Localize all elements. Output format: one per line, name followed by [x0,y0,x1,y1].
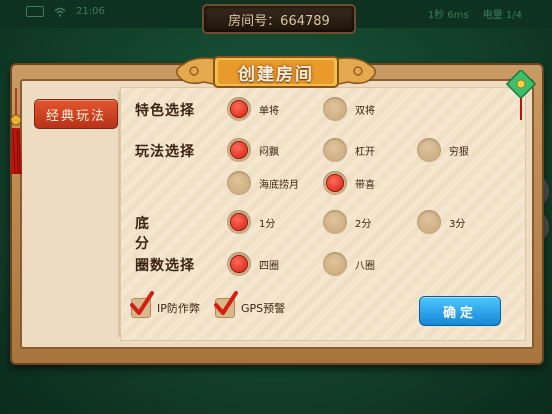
option-four-rounds[interactable]: 四圈 [227,252,279,276]
mode-tab-panel: 经典玩法 [32,91,120,337]
title-plaque: 创建房间 [170,54,382,90]
option-label: 3分 [449,218,466,230]
row-label-feature: 特色选择 [135,103,195,119]
radio-gang-kai[interactable] [323,138,347,162]
room-number-text: 房间号：664789 [228,13,330,29]
radio-score-3[interactable] [417,210,441,234]
battery-icon [26,6,44,17]
option-label: 2分 [355,218,372,230]
option-label: 海底捞月 [259,179,299,191]
option-eight-rounds[interactable]: 八圈 [323,252,375,276]
checkmark-icon [130,291,154,315]
wifi-icon [54,7,66,17]
radio-dai-xi[interactable] [323,171,347,195]
checkbox-ip-label: IP防作弊 [157,302,200,315]
confirm-button[interactable]: 确定 [419,296,501,326]
status-battery: 电量 1/4 [482,10,522,21]
tab-classic-mode-label: 经典玩法 [45,108,106,124]
checkbox-ip-box[interactable] [130,291,154,318]
radio-qiong-hen[interactable] [417,138,441,162]
radio-men-piao[interactable] [227,138,251,162]
option-score-1[interactable]: 1分 [227,210,275,234]
option-men-piao[interactable]: 闷飘 [227,138,279,162]
checkbox-gps-box[interactable] [214,291,238,318]
option-hai-di-lao-yue[interactable]: 海底捞月 [227,171,299,195]
option-gang-kai[interactable]: 杠开 [323,138,375,162]
option-label: 带喜 [355,179,375,191]
option-label: 双将 [355,105,375,117]
option-qiong-hen[interactable]: 穷狠 [417,138,469,162]
radio-score-2[interactable] [323,210,347,234]
jade-knot-ornament-icon [506,70,536,120]
option-label: 单将 [259,105,279,117]
option-label: 闷飘 [259,146,279,158]
room-number-badge: 房间号：664789 [202,4,356,34]
dialog-body: 经典玩法 特色选择 单将 双将 玩法选择 闷飘 杠开 穷狠 海底捞月 带喜 底分… [20,79,534,349]
dialog-title: 创建房间 [238,64,314,85]
confirm-button-label: 确定 [442,305,477,321]
checkbox-ip-anti-cheat[interactable]: IP防作弊 [130,291,200,318]
row-label-base-score: 底分 [135,216,173,252]
option-score-3[interactable]: 3分 [417,210,465,234]
tassel-ornament-icon [10,88,22,175]
option-dai-xi[interactable]: 带喜 [323,171,375,195]
create-room-dialog: 经典玩法 特色选择 单将 双将 玩法选择 闷飘 杠开 穷狠 海底捞月 带喜 底分… [10,63,544,365]
option-score-2[interactable]: 2分 [323,210,371,234]
radio-four-rounds[interactable] [227,252,251,276]
option-label: 八圈 [355,260,375,272]
option-label: 1分 [259,218,276,230]
radio-single-general[interactable] [227,97,251,121]
checkbox-gps-warning[interactable]: GPS预警 [214,291,286,318]
row-label-rules: 玩法选择 [135,144,195,160]
option-label: 四圈 [259,260,279,272]
status-right: 1秒 6ms 电量 1/4 [428,6,522,21]
radio-double-general[interactable] [323,97,347,121]
radio-score-1[interactable] [227,210,251,234]
row-label-rounds: 圈数选择 [135,258,195,274]
status-signal: 1秒 6ms [427,10,469,21]
options-panel: 特色选择 单将 双将 玩法选择 闷飘 杠开 穷狠 海底捞月 带喜 底分 1分 2… [120,87,526,341]
status-left: 21:06 [26,6,105,17]
option-double-general[interactable]: 双将 [323,97,375,121]
status-time: 21:06 [76,6,105,17]
option-single-general[interactable]: 单将 [227,97,279,121]
option-label: 杠开 [355,146,375,158]
radio-hai-di-lao-yue[interactable] [227,171,251,195]
checkbox-gps-label: GPS预警 [241,302,286,315]
tab-classic-mode[interactable]: 经典玩法 [34,99,118,129]
radio-eight-rounds[interactable] [323,252,347,276]
option-label: 穷狠 [449,146,469,158]
checkmark-icon [214,291,238,315]
